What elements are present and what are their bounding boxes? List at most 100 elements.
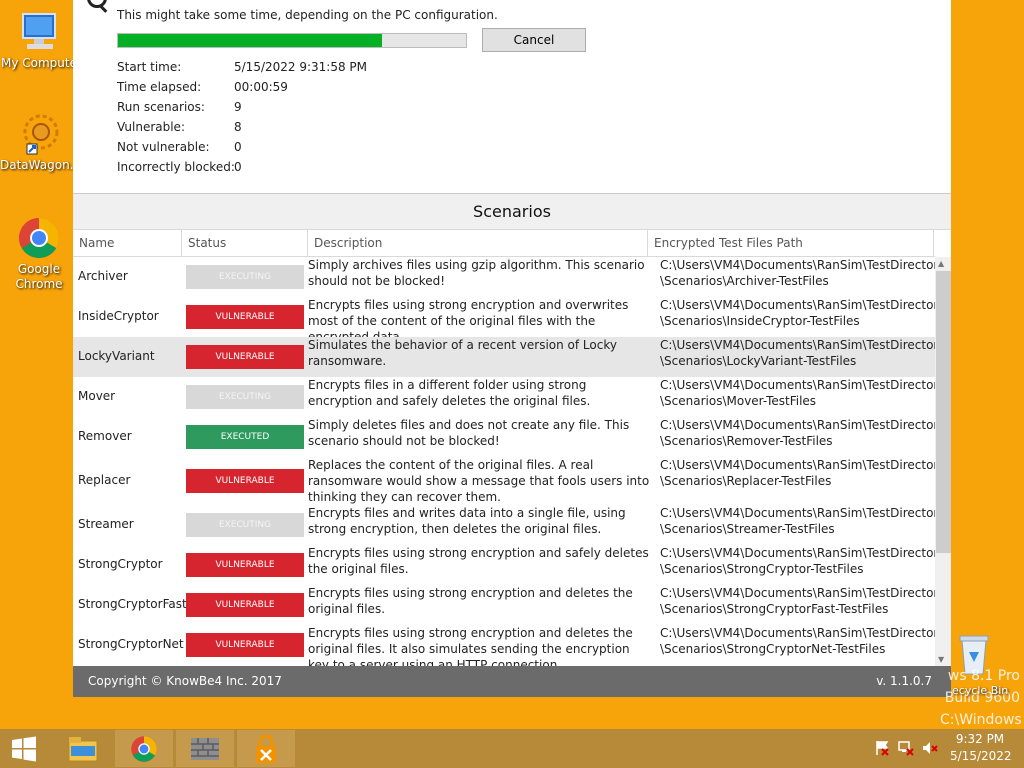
scenario-name: InsideCryptor <box>78 309 159 323</box>
scenario-name: StrongCryptor <box>78 557 163 571</box>
stat-vulnerable: Vulnerable: 8 <box>117 118 417 138</box>
stats-list: Start time: 5/15/2022 9:31:58 PM Time el… <box>117 58 417 178</box>
status-badge: EXECUTING <box>186 265 304 289</box>
scenario-description: Simply deletes files and does not create… <box>308 418 630 448</box>
version-text: v. 1.1.0.7 <box>876 674 932 688</box>
scenario-description: Replaces the content of the original fil… <box>308 458 650 504</box>
status-badge: VULNERABLE <box>186 345 304 369</box>
ransim-window: This might take some time, depending on … <box>73 0 951 697</box>
computer-icon <box>17 10 61 54</box>
table-row[interactable]: StrongCryptorNet VULNERABLE Encrypts files… <box>73 625 946 666</box>
status-badge: VULNERABLE <box>186 305 304 329</box>
status-badge: VULNERABLE <box>186 633 304 657</box>
scenario-name: LockyVariant <box>78 349 155 363</box>
stat-label: Not vulnerable: <box>117 140 210 154</box>
scenario-description: Simply archives files using gzip algorit… <box>308 258 645 288</box>
taskbar-ransim-app[interactable] <box>176 730 234 767</box>
status-badge: VULNERABLE <box>186 593 304 617</box>
table-row[interactable]: StrongCryptor VULNERABLE Encrypts files us… <box>73 545 946 585</box>
copyright-text: Copyright © KnowBe4 Inc. 2017 <box>88 674 282 688</box>
stat-value: 00:00:59 <box>234 80 288 94</box>
start-button[interactable] <box>0 730 48 767</box>
scenario-path: C:\Users\VM4\Documents\RanSim\TestDirect… <box>660 546 946 576</box>
tray-volume-muted-icon[interactable] <box>922 740 938 756</box>
stat-start-time: Start time: 5/15/2022 9:31:58 PM <box>117 58 417 78</box>
scenario-name: Remover <box>78 429 132 443</box>
desktop-icon-label: My Compute <box>1 56 77 70</box>
scenario-name: StrongCryptorFast <box>78 597 187 611</box>
chrome-icon <box>17 216 61 260</box>
scenario-name: Mover <box>78 389 116 403</box>
table-row[interactable]: Streamer EXECUTING Encrypts files and writ… <box>73 505 946 545</box>
scenario-path: C:\Users\VM4\Documents\RanSim\TestDirect… <box>660 506 946 536</box>
scenario-name: Archiver <box>78 269 128 283</box>
stat-time-elapsed: Time elapsed: 00:00:59 <box>117 78 417 98</box>
taskbar-clock[interactable]: 9:32 PM 5/15/2022 <box>950 731 1012 765</box>
status-badge: VULNERABLE <box>186 553 304 577</box>
taskbar-file-explorer[interactable] <box>54 730 112 767</box>
stat-value: 9 <box>234 100 242 114</box>
stat-value: 5/15/2022 9:31:58 PM <box>234 60 368 74</box>
tray-network-icon[interactable] <box>898 740 914 756</box>
scroll-down-icon[interactable]: ▼ <box>938 655 944 664</box>
scenario-description: Encrypts files using strong encryption a… <box>308 626 633 666</box>
taskbar-knowbe4[interactable] <box>237 730 295 767</box>
table-row[interactable]: LockyVariant VULNERABLE Simulates the beha… <box>73 337 945 377</box>
datawagon-icon <box>17 112 61 156</box>
stat-label: Time elapsed: <box>117 80 202 94</box>
scenarios-panel: Scenarios Name Status Description Encryp… <box>73 194 951 666</box>
stat-label: Start time: <box>117 60 182 74</box>
cancel-button[interactable]: Cancel <box>482 28 586 52</box>
table-row[interactable]: Mover EXECUTING Encrypts files in a differ… <box>73 377 945 417</box>
tray-action-center-icon[interactable] <box>874 740 890 756</box>
stat-value: 0 <box>234 160 242 174</box>
desktop-icon-google-chrome[interactable]: Google Chrome <box>0 216 78 292</box>
vertical-scrollbar[interactable]: ▲ ▼ <box>935 257 951 666</box>
taskbar: 9:32 PM 5/15/2022 <box>0 729 1024 768</box>
start-icon <box>12 736 36 761</box>
clock-date: 5/15/2022 <box>950 749 1012 763</box>
taskbar-chrome[interactable] <box>115 730 173 767</box>
progress-bar <box>117 33 467 48</box>
column-header-name[interactable]: Name <box>73 230 182 256</box>
scenario-description: Encrypts files and writes data into a si… <box>308 506 626 536</box>
stat-incorrectly-blocked: Incorrectly blocked: 0 <box>117 158 417 178</box>
scenario-path: C:\Users\VM4\Documents\RanSim\TestDirect… <box>660 586 946 616</box>
chrome-icon <box>131 735 157 762</box>
table-header: Name Status Description Encrypted Test F… <box>73 230 935 257</box>
desktop-icon-datawagon[interactable]: DataWagon... <box>0 112 81 173</box>
column-header-status[interactable]: Status <box>182 230 308 256</box>
scenario-description: Encrypts files using strong encryption a… <box>308 546 649 576</box>
desktop-icon-my-computer[interactable]: My Compute <box>0 10 78 71</box>
column-header-description[interactable]: Description <box>308 230 648 256</box>
table-row[interactable]: Replacer VULNERABLE Replaces the content o… <box>73 457 946 505</box>
table-row[interactable]: Archiver EXECUTING Simply archives files u… <box>73 257 946 297</box>
scenario-description: Simulates the behavior of a recent versi… <box>308 338 617 368</box>
footer-bar: Copyright © KnowBe4 Inc. 2017 v. 1.1.0.7 <box>73 666 951 697</box>
status-badge: EXECUTING <box>186 513 304 537</box>
stat-run-scenarios: Run scenarios: 9 <box>117 98 417 118</box>
scenario-path: C:\Users\VM4\Documents\RanSim\TestDirect… <box>660 258 946 288</box>
file-explorer-icon <box>68 736 98 761</box>
scenario-path: C:\Users\VM4\Documents\RanSim\TestDirect… <box>660 458 946 488</box>
status-badge: EXECUTED <box>186 425 304 449</box>
stat-label: Run scenarios: <box>117 100 205 114</box>
table-row[interactable]: InsideCryptor VULNERABLE Encrypts files us… <box>73 297 945 344</box>
knowbe4-icon <box>256 734 276 763</box>
scroll-up-icon[interactable]: ▲ <box>938 259 944 268</box>
scenario-name: Replacer <box>78 473 131 487</box>
table-row[interactable]: Remover EXECUTED Simply deletes files and … <box>73 417 946 457</box>
desktop-icon-label: Google Chrome <box>15 262 63 291</box>
scenario-name: Streamer <box>78 517 134 531</box>
watermark-line: C:\Windows <box>940 712 1022 728</box>
stat-value: 8 <box>234 120 242 134</box>
scenario-name: StrongCryptorNet <box>78 637 184 651</box>
stat-value: 0 <box>234 140 242 154</box>
clock-time: 9:32 PM <box>955 732 1005 746</box>
table-row[interactable]: StrongCryptorFast VULNERABLE Encrypts file… <box>73 585 946 625</box>
scenario-path: C:\Users\VM4\Documents\RanSim\TestDirect… <box>660 418 946 448</box>
progress-subtitle: This might take some time, depending on … <box>117 8 498 22</box>
column-header-path[interactable]: Encrypted Test Files Path <box>648 230 934 256</box>
scenario-path: C:\Users\VM4\Documents\RanSim\TestDirect… <box>660 626 946 656</box>
scrollbar-thumb[interactable] <box>936 271 951 553</box>
